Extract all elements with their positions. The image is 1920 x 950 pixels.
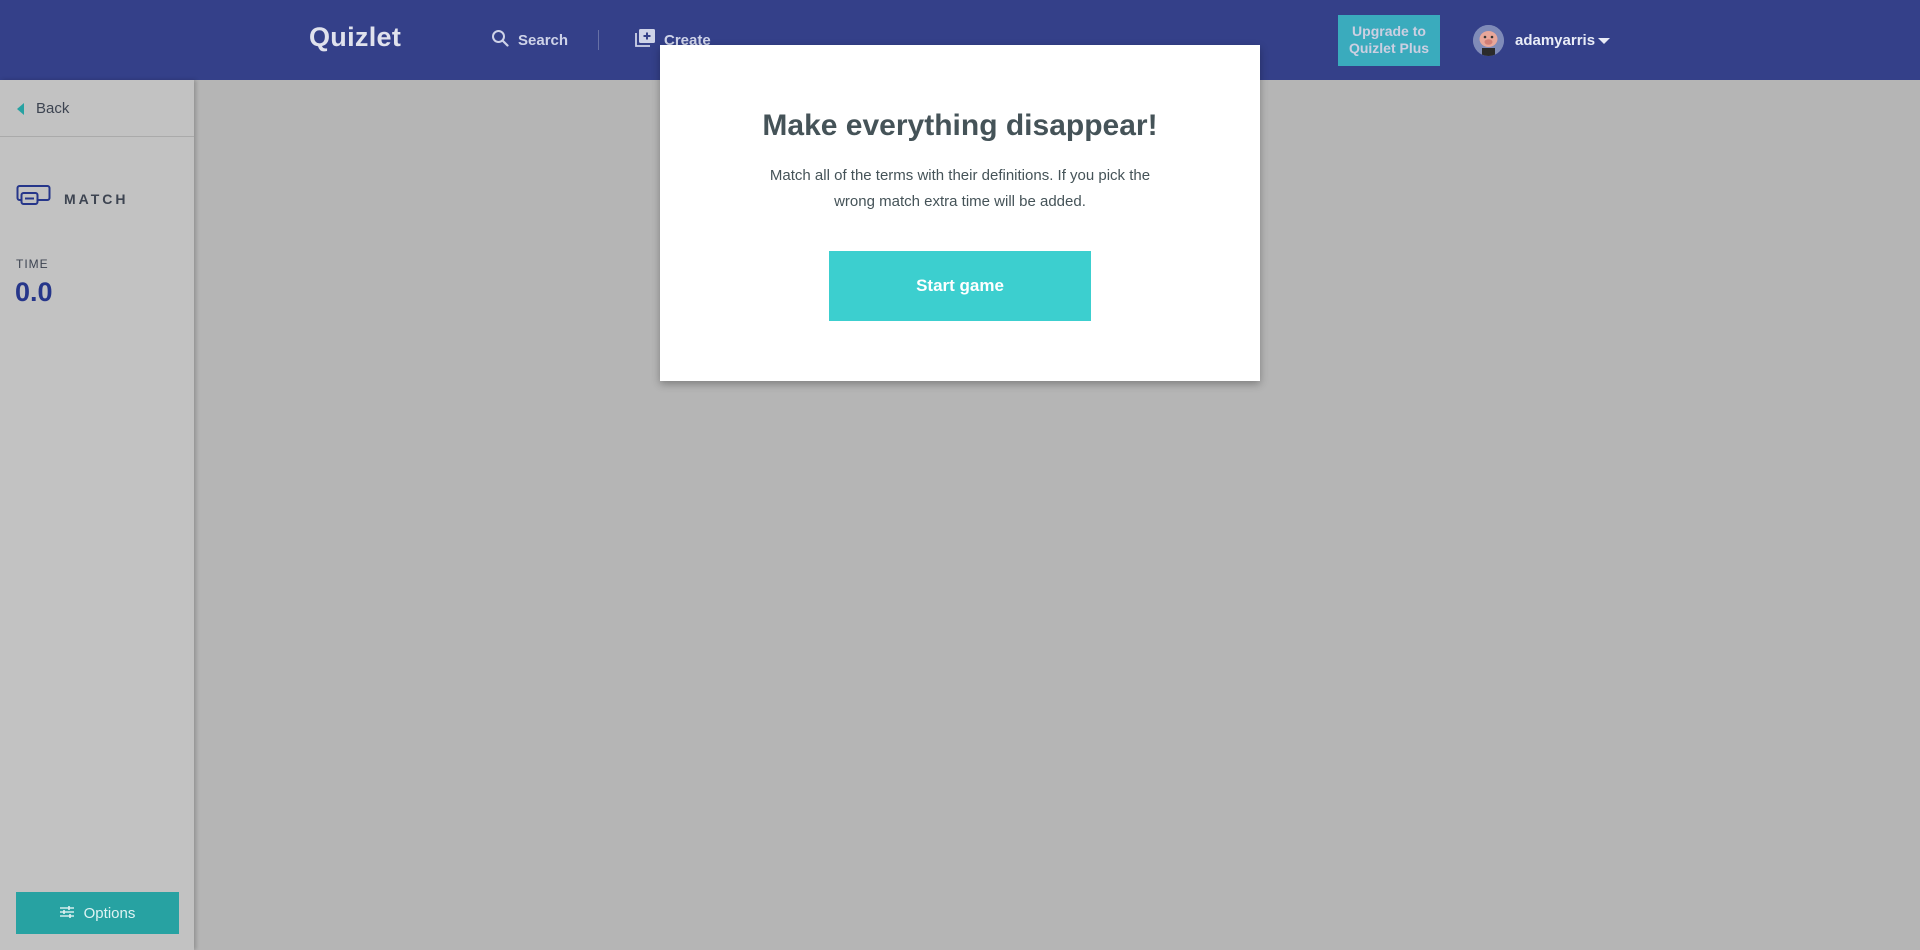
- options-icon: [59, 905, 74, 922]
- back-button[interactable]: Back: [17, 100, 69, 117]
- nav-divider: [598, 30, 599, 50]
- search-icon: [491, 29, 509, 51]
- options-label: Options: [83, 904, 136, 922]
- match-icon: [16, 184, 52, 213]
- mode-label: MATCH: [64, 190, 129, 207]
- upgrade-line-2: Quizlet Plus: [1348, 40, 1430, 56]
- start-game-button[interactable]: Start game: [829, 251, 1091, 321]
- modal-title: Make everything disappear!: [762, 109, 1158, 142]
- sidebar-divider: [0, 136, 194, 137]
- back-label: Back: [36, 100, 70, 117]
- sidebar: Back MATCH TIME 0.0 Options: [0, 80, 194, 950]
- avatar[interactable]: [1473, 25, 1504, 56]
- upgrade-button[interactable]: Upgrade to Quizlet Plus: [1338, 15, 1440, 66]
- search-label: Search: [518, 31, 569, 49]
- dropdown-caret-icon[interactable]: [1598, 38, 1610, 44]
- start-game-modal: Make everything disappear! Match all of …: [660, 45, 1260, 381]
- time-label: TIME: [16, 257, 49, 271]
- upgrade-line-1: Upgrade to: [1352, 23, 1426, 39]
- options-button[interactable]: Options: [16, 892, 179, 934]
- create-icon: [635, 29, 655, 51]
- mode-indicator: MATCH: [16, 184, 129, 213]
- username[interactable]: adamyarris: [1515, 32, 1595, 49]
- modal-description: Match all of the terms with their defini…: [769, 167, 1151, 210]
- quizlet-logo[interactable]: Quizlet: [309, 22, 401, 53]
- search-link[interactable]: Search: [491, 28, 568, 52]
- back-caret-icon: [17, 102, 24, 115]
- time-value: 0.0: [15, 277, 53, 307]
